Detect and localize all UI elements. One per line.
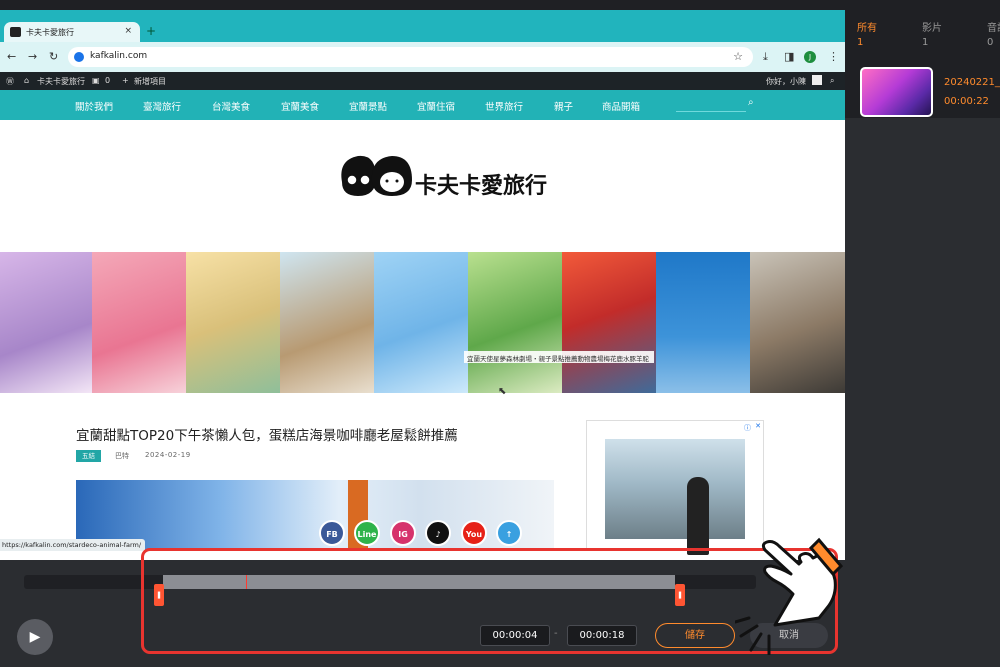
side-panel-icon[interactable]: ◨	[784, 50, 794, 63]
menu-kebab-icon[interactable]: ⋮	[828, 50, 839, 63]
banner-photo[interactable]	[656, 252, 750, 393]
banner-photo[interactable]	[92, 252, 186, 393]
nav-item-about[interactable]: 關於我們	[75, 99, 113, 113]
download-icon[interactable]: ⤓	[763, 50, 768, 64]
video-editor-window: 卡夫卡愛旅行 × + ⌄ ← → ↻ kafkalin.com ☆ ⤓ ◨ J …	[0, 0, 1000, 667]
browser-tab[interactable]: 卡夫卡愛旅行 ×	[4, 22, 140, 42]
pointing-hand-icon	[735, 537, 844, 655]
nav-item-yilan-stay[interactable]: 宜蘭住宿	[417, 99, 455, 113]
home-icon: ⌂	[24, 76, 30, 85]
facebook-icon[interactable]: FB	[319, 520, 345, 546]
instagram-icon[interactable]: IG	[390, 520, 416, 546]
filter-tab-audio[interactable]: 音訊	[987, 19, 1000, 34]
post-date: 2024-02-19	[145, 451, 191, 459]
nav-item-yilan-spots[interactable]: 宜蘭景點	[349, 99, 387, 113]
couple-logo-icon	[341, 155, 412, 196]
tab-close-icon[interactable]: ×	[124, 26, 132, 36]
nav-item-unboxing[interactable]: 商品開箱	[602, 99, 640, 113]
site-search-icon[interactable]: ⌕	[748, 97, 754, 108]
wp-greeting[interactable]: 你好，小陳	[766, 76, 806, 87]
profile-avatar[interactable]: J	[804, 51, 816, 63]
mouse-pointer-icon: ⬉	[498, 386, 507, 397]
highlight-box	[141, 548, 838, 654]
nav-item-world-travel[interactable]: 世界旅行	[485, 99, 523, 113]
photo-banner	[0, 252, 845, 393]
site-search-input[interactable]	[676, 98, 746, 112]
bookmark-star-icon[interactable]: ☆	[733, 50, 743, 63]
nav-item-taiwan-food[interactable]: 台灣美食	[212, 99, 250, 113]
banner-photo[interactable]	[468, 252, 562, 393]
banner-photo[interactable]	[750, 252, 845, 393]
url-text: kafkalin.com	[90, 51, 148, 61]
youtube-icon[interactable]: You	[461, 520, 487, 546]
clip-duration: 00:00:22	[944, 96, 989, 107]
back-to-top-icon[interactable]: ↑	[496, 520, 522, 546]
filter-count-audio: 0	[987, 37, 994, 48]
window-top-bar	[0, 0, 1000, 10]
reload-icon[interactable]: ↻	[49, 50, 58, 63]
comments-count[interactable]: 0	[105, 76, 110, 85]
site-logo-text: 卡夫卡愛旅行	[415, 173, 548, 199]
ad-image	[605, 439, 745, 555]
banner-photo[interactable]	[374, 252, 468, 393]
banner-photo[interactable]	[186, 252, 280, 393]
new-tab-button[interactable]: +	[146, 24, 156, 38]
address-bar[interactable]: kafkalin.com ☆	[68, 47, 753, 67]
user-avatar	[812, 75, 822, 85]
nav-item-kids[interactable]: 親子	[554, 99, 573, 113]
filter-tab-video[interactable]: 影片	[922, 19, 942, 34]
post-tag[interactable]: 五結	[76, 450, 101, 462]
wp-new-item[interactable]: 新增項目	[134, 76, 166, 87]
wordpress-icon[interactable]: Ⓦ	[6, 76, 14, 87]
filter-count-video: 1	[922, 37, 929, 48]
line-icon[interactable]: Line	[354, 520, 380, 546]
plus-icon: +	[122, 76, 129, 85]
wp-site-name[interactable]: 卡夫卡愛旅行	[37, 76, 85, 87]
clip-thumbnail[interactable]	[860, 67, 933, 117]
play-button[interactable]: ▶	[17, 619, 53, 655]
banner-photo[interactable]	[0, 252, 92, 393]
wp-admin-bar: Ⓦ ⌂ 卡夫卡愛旅行 ▣ 0 + 新增項目 你好，小陳 ⌕	[0, 72, 845, 90]
clip-name[interactable]: 20240221_1	[944, 77, 1000, 88]
link-status-bar: https://kafkalin.com/stardeco-animal-far…	[0, 539, 145, 551]
nav-item-yilan-food[interactable]: 宜蘭美食	[281, 99, 319, 113]
filter-count-all: 1	[857, 37, 864, 48]
banner-photo[interactable]	[280, 252, 374, 393]
tab-title: 卡夫卡愛旅行	[26, 28, 74, 37]
ad-close-icon[interactable]: ✕	[755, 422, 761, 430]
banner-photo[interactable]	[562, 252, 656, 393]
tiktok-icon[interactable]: ♪	[425, 520, 451, 546]
back-icon[interactable]: ←	[7, 50, 16, 63]
site-info-icon[interactable]	[74, 52, 84, 62]
filter-tab-all[interactable]: 所有	[857, 19, 877, 34]
post-title[interactable]: 宜蘭甜點TOP20下午茶懶人包，蛋糕店海景咖啡廳老屋鬆餅推薦	[76, 424, 458, 444]
comment-icon: ▣	[92, 76, 100, 85]
ad-person	[687, 477, 709, 555]
forward-icon[interactable]: →	[28, 50, 37, 63]
wp-search-icon[interactable]: ⌕	[830, 76, 834, 86]
photo-caption: 宜蘭天使星夢森林劇場・親子景點推薦動物農場梅花鹿水豚羊駝	[464, 351, 654, 363]
ad-info-icon[interactable]: ⓘ	[744, 423, 751, 433]
site-favicon-icon	[10, 27, 21, 37]
nav-item-taiwan-travel[interactable]: 臺灣旅行	[143, 99, 181, 113]
post-author[interactable]: 巴特	[115, 451, 129, 461]
